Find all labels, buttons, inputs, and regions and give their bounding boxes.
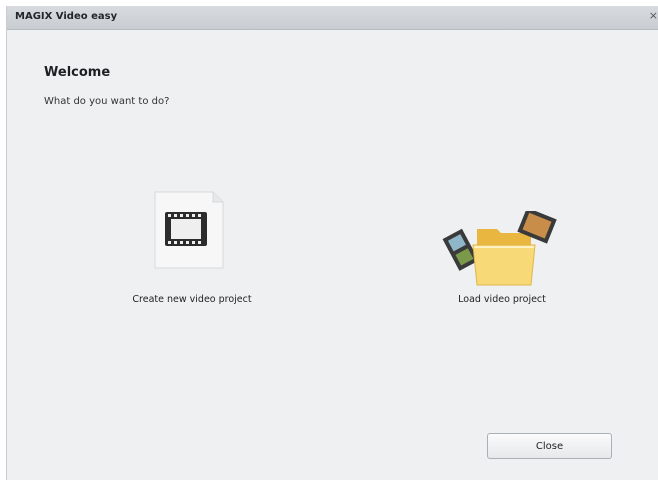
page-title: Welcome [44, 65, 111, 80]
load-project-label: Load video project [458, 294, 546, 305]
folder-film-icon [442, 211, 557, 286]
title-bar[interactable]: MAGIX Video easy × [7, 6, 658, 30]
create-new-project-option[interactable]: Create new video project [117, 190, 267, 320]
load-project-option[interactable]: Load video project [427, 211, 577, 321]
new-document-film-icon [154, 191, 224, 269]
page-subtitle: What do you want to do? [44, 96, 170, 107]
dialog-window: MAGIX Video easy × Welcome What do you w… [6, 6, 658, 480]
close-icon[interactable]: × [649, 9, 658, 22]
window-title: MAGIX Video easy [15, 11, 118, 22]
create-new-project-label: Create new video project [132, 294, 252, 305]
close-button[interactable]: Close [487, 433, 612, 459]
